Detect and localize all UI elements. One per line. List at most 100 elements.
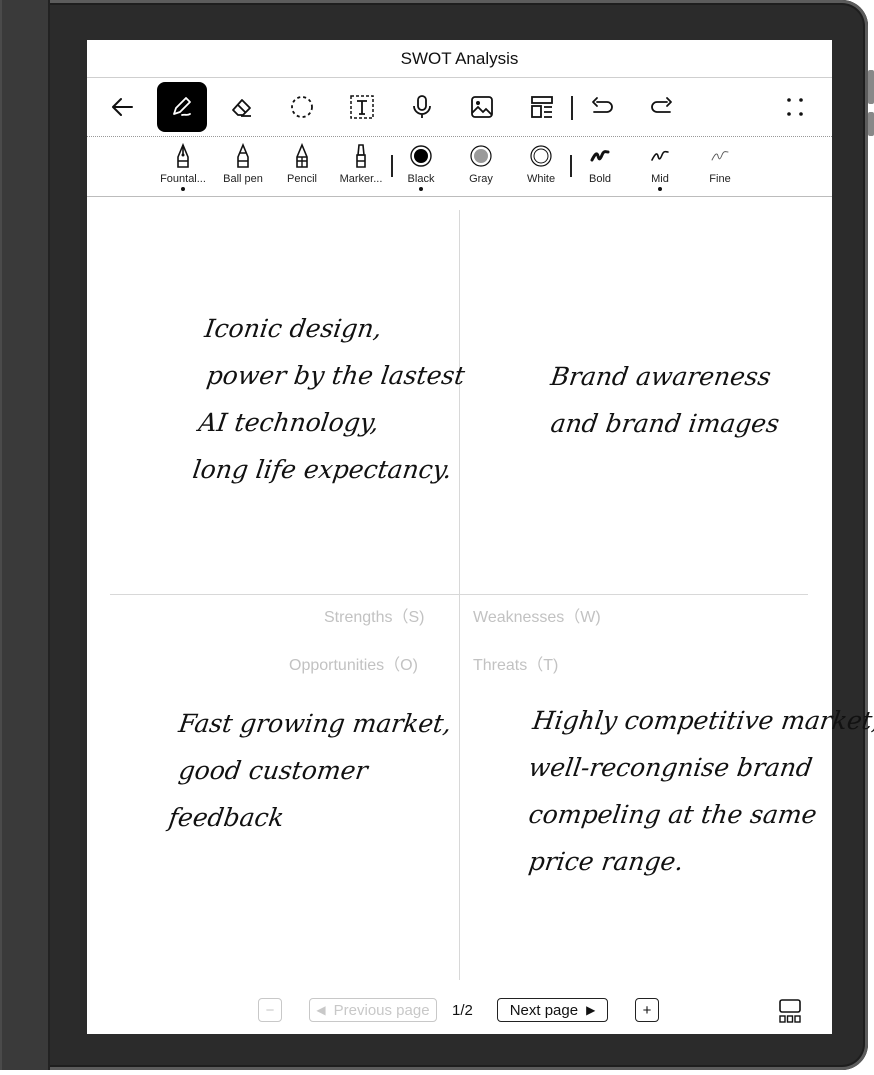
weaknesses-label: Weaknesses（W) xyxy=(473,609,601,626)
side-button xyxy=(868,70,874,104)
next-page-label: Next page xyxy=(509,1001,579,1019)
handwritten-line: Brand awareness xyxy=(548,362,773,391)
selected-indicator xyxy=(419,187,423,191)
template-button[interactable] xyxy=(517,82,567,132)
selected-indicator xyxy=(181,187,185,191)
threats-notes: Highly competitive market, well-recongni… xyxy=(526,697,874,885)
handwritten-line: price range. xyxy=(526,847,686,876)
pencil-icon xyxy=(296,143,308,168)
undo-icon xyxy=(592,97,613,113)
quadrant-divider-horizontal xyxy=(110,594,808,595)
plus-icon: + xyxy=(642,1001,652,1019)
more-icon xyxy=(787,98,803,116)
triangle-left-icon: ◀ xyxy=(316,1003,326,1017)
pen-type-ballpen[interactable]: Ball pen xyxy=(213,143,273,185)
tablet-spine xyxy=(0,0,50,1070)
triangle-right-icon: ▶ xyxy=(586,1003,596,1017)
black-swatch-icon xyxy=(410,145,432,167)
pen-type-fountain[interactable]: Fountal... xyxy=(153,143,213,191)
drawing-canvas[interactable]: Iconic design, power by the lastest AI t… xyxy=(87,197,874,992)
gray-swatch-icon xyxy=(470,145,492,167)
page-title: SWOT Analysis xyxy=(87,40,832,78)
ball-pen-icon xyxy=(237,143,249,168)
weaknesses-notes: Brand awareness and brand images xyxy=(549,353,781,447)
previous-page-button[interactable]: ◀ Previous page xyxy=(309,998,437,1022)
side-button xyxy=(868,112,874,136)
handwritten-line: and brand images xyxy=(548,409,782,438)
handwritten-line: Highly competitive market, xyxy=(530,706,874,735)
lasso-button[interactable] xyxy=(277,82,327,132)
redo-button[interactable] xyxy=(637,82,687,132)
pen-type-pencil[interactable]: Pencil xyxy=(272,143,332,185)
handwritten-line: Iconic design, xyxy=(202,314,384,343)
page-navigation: − ◀ Previous page 1/2 Next page ▶ + xyxy=(87,992,832,1034)
toolbar-divider xyxy=(571,96,573,120)
text-box-button[interactable] xyxy=(337,82,387,132)
screen: SWOT Analysis Fountal... Ball pen Pencil… xyxy=(87,40,874,1034)
voice-button[interactable] xyxy=(397,82,447,132)
fine-stroke-icon xyxy=(711,151,729,161)
pen-type-label: Ball pen xyxy=(223,173,263,185)
pen-settings-panel: Fountal... Ball pen Pencil Marker... Bla… xyxy=(87,137,832,197)
color-gray[interactable]: Gray xyxy=(451,143,511,185)
fountain-pen-icon xyxy=(177,143,189,168)
zoom-out-button[interactable]: − xyxy=(258,998,282,1022)
width-bold[interactable]: Bold xyxy=(570,143,630,185)
mid-stroke-icon xyxy=(651,150,669,161)
next-page-button[interactable]: Next page ▶ xyxy=(497,998,608,1022)
opportunities-notes: Fast growing market, good customer feedb… xyxy=(167,700,453,841)
color-label: Black xyxy=(407,173,435,185)
minus-icon: − xyxy=(265,1001,275,1019)
width-mid[interactable]: Mid xyxy=(630,143,690,191)
page-indicator: 1/2 xyxy=(452,1002,473,1019)
pen-tool-button[interactable] xyxy=(157,82,207,132)
strengths-label: Strengths（S) xyxy=(324,609,425,626)
color-label: White xyxy=(526,173,556,185)
add-page-button[interactable]: + xyxy=(635,998,659,1022)
handwritten-line: Fast growing market, xyxy=(176,709,454,738)
handwritten-line: long life expectancy. xyxy=(190,455,454,484)
width-label: Fine xyxy=(709,173,731,185)
selected-indicator xyxy=(658,187,662,191)
thumbnails-icon xyxy=(779,999,801,1023)
width-label: Bold xyxy=(588,173,612,185)
handwritten-line: compeling at the same xyxy=(526,800,819,829)
toolbar xyxy=(87,78,832,137)
insert-image-button[interactable] xyxy=(457,82,507,132)
pen-type-label: Fountal... xyxy=(160,173,206,185)
width-label: Mid xyxy=(651,173,669,185)
opportunities-label: Opportunities（O) xyxy=(289,657,418,674)
color-white[interactable]: White xyxy=(511,143,571,185)
pen-type-label: Pencil xyxy=(287,173,317,185)
handwritten-line: well-recongnise brand xyxy=(526,753,815,782)
image-icon xyxy=(471,96,493,118)
pen-type-label: Marker... xyxy=(339,173,383,185)
threats-label: Threats（T) xyxy=(473,657,559,674)
previous-page-label: Previous page xyxy=(333,1001,430,1019)
color-black[interactable]: Black xyxy=(391,143,451,191)
marker-icon xyxy=(356,144,366,168)
handwritten-line: feedback xyxy=(166,803,286,832)
color-label: Gray xyxy=(469,173,493,185)
thumbnails-button[interactable] xyxy=(778,998,802,1024)
undo-button[interactable] xyxy=(577,82,627,132)
back-button[interactable] xyxy=(98,82,148,132)
strengths-notes: Iconic design, power by the lastest AI t… xyxy=(191,305,467,493)
lasso-icon xyxy=(291,96,313,118)
back-arrow-icon xyxy=(112,98,133,116)
width-fine[interactable]: Fine xyxy=(690,143,750,185)
handwritten-line: power by the lastest xyxy=(204,361,467,390)
white-swatch-icon xyxy=(530,145,552,167)
redo-icon xyxy=(651,97,672,113)
handwritten-line: AI technology, xyxy=(196,408,381,437)
pen-tool-icon xyxy=(173,97,191,116)
eraser-icon xyxy=(232,99,251,117)
text-box-icon xyxy=(350,95,374,119)
more-button[interactable] xyxy=(770,82,820,132)
eraser-button[interactable] xyxy=(217,82,267,132)
handwritten-line: good customer xyxy=(176,756,370,785)
pen-type-marker[interactable]: Marker... xyxy=(331,143,391,185)
template-icon xyxy=(531,96,553,118)
microphone-icon xyxy=(413,95,431,118)
bold-stroke-icon xyxy=(590,150,610,162)
